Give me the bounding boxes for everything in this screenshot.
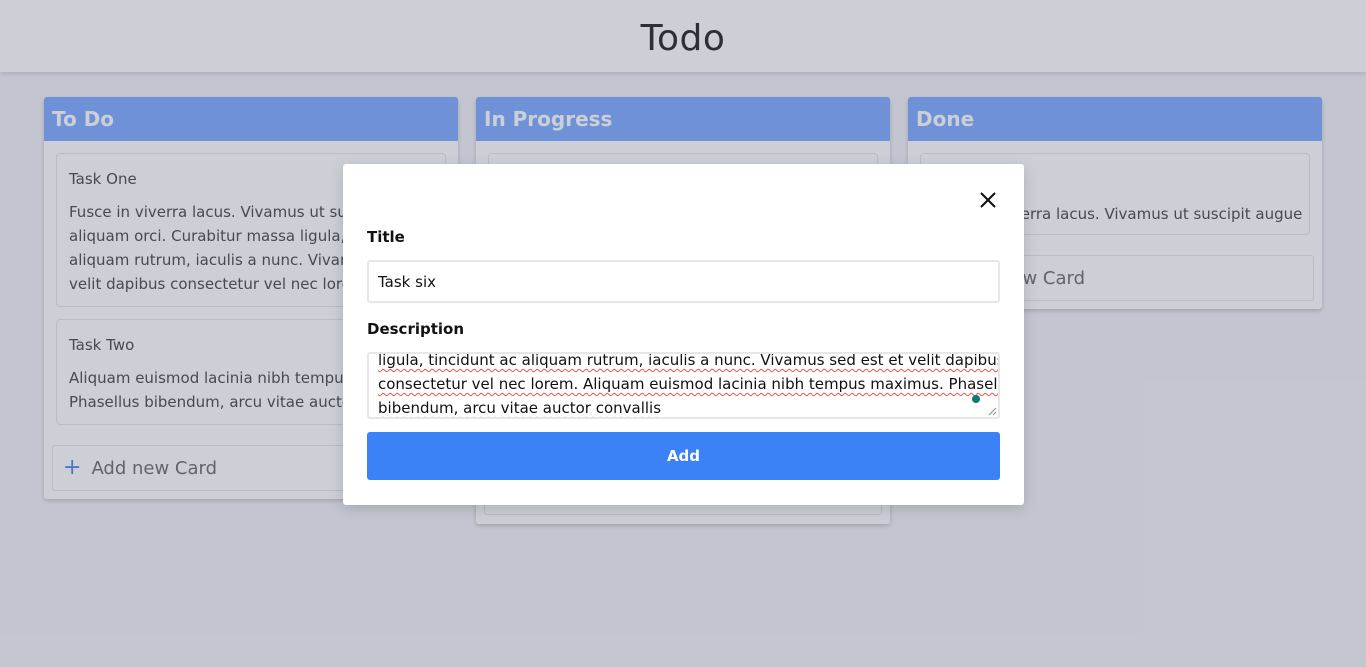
title-input[interactable] [367,260,1000,303]
grammar-check-icon[interactable] [972,395,980,403]
add-button[interactable]: Add [367,432,1000,480]
description-textarea[interactable]: ligula, tincidunt ac aliquam rutrum, iac… [367,352,1000,419]
close-button[interactable] [977,189,999,211]
close-icon [980,192,996,208]
description-line: consectetur vel nec lorem. Aliquam euism… [378,375,1000,393]
description-line: bibendum, arcu vitae auctor convallis [378,399,662,417]
add-card-modal: Title Description ligula, tincidunt ac a… [343,164,1024,505]
resize-handle-icon[interactable] [988,407,997,416]
description-line: ligula, tincidunt ac aliquam rutrum, iac… [378,352,1000,369]
title-label: Title [367,228,405,246]
description-label: Description [367,320,465,338]
